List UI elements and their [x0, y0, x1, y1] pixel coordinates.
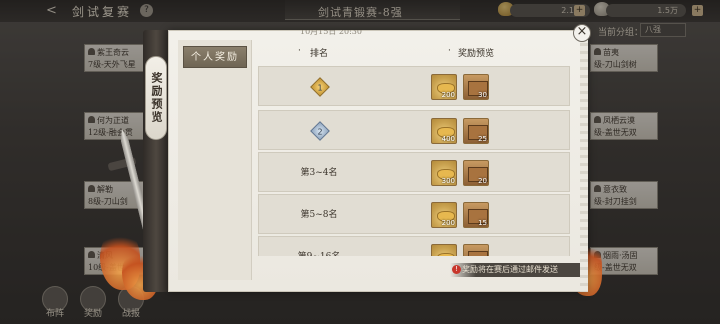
side-tab-column — [178, 40, 252, 280]
warning-icon: ! — [452, 265, 461, 274]
header-dot: · — [298, 46, 301, 56]
gold-ingot-icon[interactable]: 200 — [431, 202, 457, 228]
rank-label: 第9~16名 — [259, 237, 379, 256]
treasure-chest-icon[interactable]: 30 — [463, 74, 489, 100]
rank-label: 第3~4名 — [300, 168, 338, 178]
treasure-chest-icon[interactable]: 20 — [463, 160, 489, 186]
gold-ingot-icon[interactable]: 200 — [431, 74, 457, 100]
paper-edge — [580, 30, 588, 292]
treasure-chest-icon[interactable]: 25 — [463, 118, 489, 144]
gold-ingot-icon[interactable]: 400 — [431, 118, 457, 144]
reward-preview-tab[interactable]: 奖励预览 — [145, 56, 167, 140]
gold-ingot-icon[interactable]: 300 — [431, 160, 457, 186]
table-row: 2 400 25 — [258, 110, 570, 150]
table-row: 第5~8名 200 15 — [258, 194, 570, 234]
column-rank: 排名 — [310, 49, 329, 59]
table-row: 1 200 30 — [258, 66, 570, 106]
close-button[interactable]: × — [573, 24, 591, 42]
mail-notice: 奖励将在赛后通过邮件发送 — [450, 263, 580, 277]
treasure-chest-icon[interactable]: 10 — [463, 244, 489, 256]
treasure-chest-icon[interactable]: 15 — [463, 202, 489, 228]
silver-rank-badge-icon: 2 — [310, 121, 330, 141]
table-row: 第9~16名 100 10 — [258, 236, 570, 256]
gold-ingot-icon[interactable]: 100 — [431, 244, 457, 256]
column-rewards: 奖励预览 — [458, 49, 495, 59]
table-header: · 排名 · 奖励预览 — [258, 46, 574, 62]
rank-label: 第5~8名 — [300, 210, 338, 220]
table-row: 第3~4名 300 20 — [258, 152, 570, 192]
tab-personal-reward[interactable]: 个人奖励 — [183, 46, 247, 68]
gold-rank-badge-icon: 1 — [310, 77, 330, 97]
reward-table[interactable]: 1 200 30 2 400 25 第3~4名 300 20 第5~8名 200… — [258, 64, 574, 256]
header-dot: · — [448, 46, 451, 56]
date-peek: 10月15日 20:30 — [300, 30, 362, 36]
